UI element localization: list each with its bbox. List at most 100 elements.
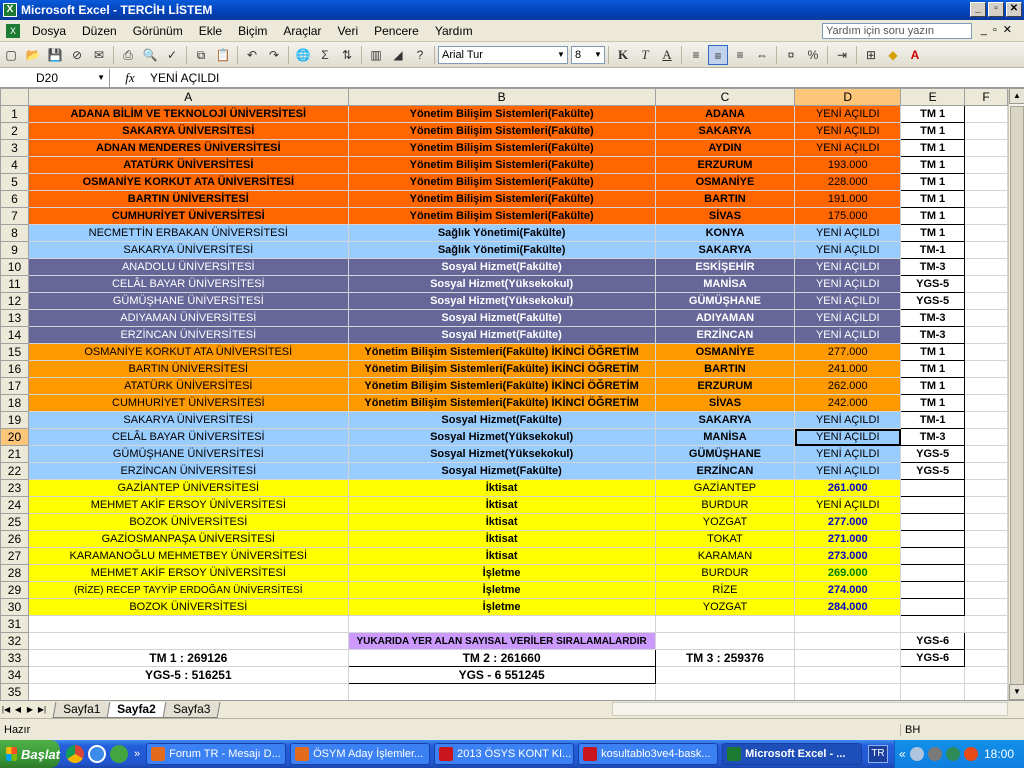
city-cell[interactable]: ADANA bbox=[654, 105, 796, 123]
score-cell[interactable]: 175.000 bbox=[794, 207, 902, 225]
align-left-icon[interactable]: ≡ bbox=[686, 45, 706, 65]
cell[interactable] bbox=[900, 615, 966, 633]
row-header[interactable]: 8 bbox=[0, 224, 29, 242]
column-header[interactable]: C bbox=[654, 88, 796, 106]
city-cell[interactable]: RİZE bbox=[654, 581, 796, 599]
city-cell[interactable]: BURDUR bbox=[654, 496, 796, 514]
score-cell[interactable]: 284.000 bbox=[794, 598, 902, 616]
cell[interactable] bbox=[654, 615, 796, 633]
row-header[interactable]: 27 bbox=[0, 547, 29, 565]
score-type-cell[interactable]: YGS-5 bbox=[900, 445, 966, 463]
task-pdf-2[interactable]: kosultablo3ve4-bask... bbox=[578, 743, 719, 765]
score-type-cell[interactable]: TM 1 bbox=[900, 105, 966, 123]
score-type-cell[interactable]: TM-3 bbox=[900, 326, 966, 344]
menu-yardim[interactable]: Yardım bbox=[427, 24, 481, 38]
cell[interactable] bbox=[794, 666, 902, 684]
university-cell[interactable]: ATATÜRK ÜNİVERSİTESİ bbox=[27, 377, 349, 395]
university-cell[interactable]: BOZOK ÜNİVERSİTESİ bbox=[27, 598, 349, 616]
cell[interactable] bbox=[654, 666, 796, 684]
university-cell[interactable]: ERZİNCAN ÜNİVERSİTESİ bbox=[27, 326, 349, 344]
university-cell[interactable]: GÜMÜŞHANE ÜNİVERSİTESİ bbox=[27, 445, 349, 463]
score-type-cell[interactable]: TM 1 bbox=[900, 394, 966, 412]
workbook-icon[interactable]: X bbox=[6, 23, 20, 38]
column-header[interactable]: F bbox=[964, 88, 1008, 106]
cell[interactable] bbox=[964, 156, 1008, 174]
drawing-icon[interactable]: ◢ bbox=[388, 45, 408, 65]
cell[interactable] bbox=[964, 394, 1008, 412]
score-type-cell[interactable]: TM 1 bbox=[900, 343, 966, 361]
cell[interactable] bbox=[654, 683, 796, 700]
city-cell[interactable]: SİVAS bbox=[654, 207, 796, 225]
city-cell[interactable]: YOZGAT bbox=[654, 513, 796, 531]
score-cell[interactable]: YENİ AÇILDI bbox=[794, 445, 902, 463]
cell[interactable] bbox=[964, 139, 1008, 157]
score-type-cell[interactable]: YGS-5 bbox=[900, 462, 966, 480]
row-header[interactable]: 24 bbox=[0, 496, 29, 514]
spreadsheet-grid[interactable]: A B C D E F 1 ADANA BİLİM VE TEKNOLOJİ ÜN… bbox=[0, 88, 1008, 700]
program-cell[interactable]: Yönetim Bilişim Sistemleri(Fakülte) İKİN… bbox=[347, 343, 656, 361]
university-cell[interactable]: BOZOK ÜNİVERSİTESİ bbox=[27, 513, 349, 531]
cell[interactable] bbox=[964, 105, 1008, 123]
prev-sheet-icon[interactable]: ◀ bbox=[12, 705, 24, 714]
close-button[interactable]: ✕ bbox=[1006, 2, 1022, 17]
university-cell[interactable]: (RİZE) RECEP TAYYİP ERDOĞAN ÜNİVERSİTESİ bbox=[27, 581, 349, 599]
start-button[interactable]: Başlat bbox=[0, 740, 60, 768]
cell[interactable] bbox=[347, 683, 656, 700]
cell[interactable] bbox=[964, 496, 1008, 514]
program-cell[interactable]: Sosyal Hizmet(Fakülte) bbox=[347, 462, 656, 480]
score-type-cell[interactable]: TM 1 bbox=[900, 190, 966, 208]
refresh-icon[interactable] bbox=[110, 745, 128, 763]
maximize-button[interactable]: ▫ bbox=[988, 2, 1004, 17]
help-icon[interactable]: ? bbox=[410, 45, 430, 65]
ygs5-score-cell[interactable]: YGS-5 : 516251 bbox=[27, 666, 349, 684]
task-excel[interactable]: Microsoft Excel - ... bbox=[722, 743, 863, 765]
cell[interactable] bbox=[654, 632, 796, 650]
row-header[interactable]: 11 bbox=[0, 275, 29, 293]
menu-gorunum[interactable]: Görünüm bbox=[125, 24, 191, 38]
score-type-cell[interactable] bbox=[900, 564, 966, 582]
open-icon[interactable]: 📂 bbox=[23, 45, 43, 65]
formula-input[interactable]: YENİ AÇILDI bbox=[150, 71, 219, 85]
university-cell[interactable]: OSMANİYE KORKUT ATA ÜNİVERSİTESİ bbox=[27, 173, 349, 191]
score-cell[interactable]: YENİ AÇILDI bbox=[794, 309, 902, 327]
row-header[interactable]: 21 bbox=[0, 445, 29, 463]
cell[interactable] bbox=[964, 258, 1008, 276]
autosum-icon[interactable]: Σ bbox=[315, 45, 335, 65]
task-pdf-1[interactable]: 2013 ÖSYS KONT KI... bbox=[434, 743, 575, 765]
sort-icon[interactable]: ⇅ bbox=[337, 45, 357, 65]
program-cell[interactable]: Sosyal Hizmet(Fakülte) bbox=[347, 309, 656, 327]
row-header[interactable]: 6 bbox=[0, 190, 29, 208]
language-indicator[interactable]: TR bbox=[868, 745, 888, 763]
tab-sayfa2[interactable]: Sayfa2 bbox=[106, 701, 167, 718]
row-header[interactable]: 13 bbox=[0, 309, 29, 327]
paste-icon[interactable]: 📋 bbox=[213, 45, 233, 65]
italic-button[interactable]: T bbox=[635, 45, 655, 65]
cell[interactable] bbox=[964, 564, 1008, 582]
bold-button[interactable]: K bbox=[613, 45, 633, 65]
cell[interactable] bbox=[964, 683, 1008, 700]
task-forum[interactable]: Forum TR - Mesajı D... bbox=[146, 743, 287, 765]
program-cell[interactable]: Sağlık Yönetimi(Fakülte) bbox=[347, 241, 656, 259]
score-cell[interactable]: 228.000 bbox=[794, 173, 902, 191]
cell[interactable] bbox=[964, 530, 1008, 548]
cell[interactable] bbox=[964, 428, 1008, 446]
score-cell[interactable]: 277.000 bbox=[794, 343, 902, 361]
score-cell[interactable]: YENİ AÇILDI bbox=[794, 224, 902, 242]
cell[interactable] bbox=[964, 479, 1008, 497]
menu-bicim[interactable]: Biçim bbox=[230, 24, 275, 38]
row-header[interactable]: 16 bbox=[0, 360, 29, 378]
column-header[interactable]: A bbox=[27, 88, 349, 106]
select-all-corner[interactable] bbox=[0, 88, 29, 106]
row-header[interactable]: 18 bbox=[0, 394, 29, 412]
score-type-cell[interactable]: TM 1 bbox=[900, 207, 966, 225]
row-header[interactable]: 34 bbox=[0, 666, 29, 684]
spelling-icon[interactable]: ✓ bbox=[162, 45, 182, 65]
program-cell[interactable]: Sağlık Yönetimi(Fakülte) bbox=[347, 224, 656, 242]
program-cell[interactable]: İşletme bbox=[347, 581, 656, 599]
city-cell[interactable]: ERZİNCAN bbox=[654, 326, 796, 344]
score-type-cell[interactable]: TM-1 bbox=[900, 241, 966, 259]
cell[interactable] bbox=[964, 309, 1008, 327]
menu-veri[interactable]: Veri bbox=[329, 24, 366, 38]
score-type-cell[interactable] bbox=[900, 581, 966, 599]
cell[interactable] bbox=[964, 666, 1008, 684]
